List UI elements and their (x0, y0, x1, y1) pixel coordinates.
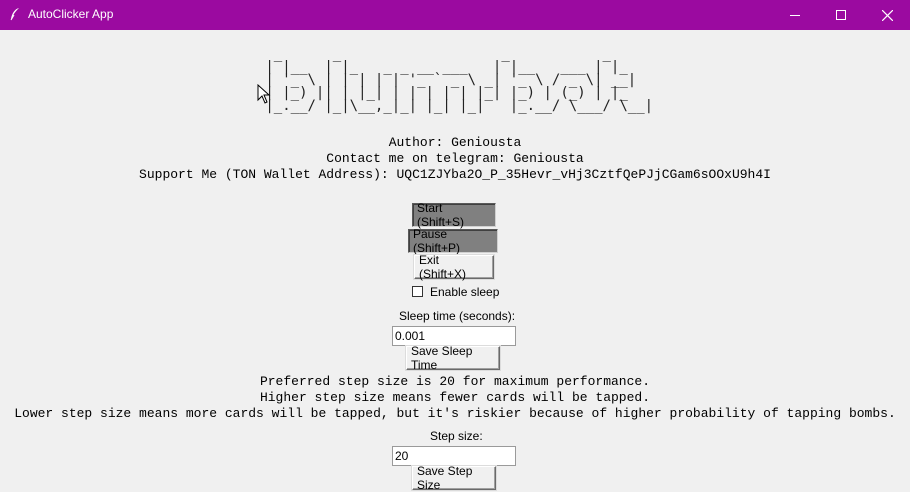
step-size-input[interactable]: 20 (392, 446, 516, 466)
minimize-icon (790, 15, 800, 16)
mouse-cursor-icon (257, 84, 271, 104)
contact-text: Contact me on telegram: Geniousta (326, 151, 584, 166)
close-button[interactable] (864, 0, 910, 30)
maximize-icon (836, 10, 846, 20)
support-text: Support Me (TON Wallet Address): UQC1ZJY… (139, 167, 771, 182)
step-note-preferred: Preferred step size is 20 for maximum pe… (259, 374, 651, 389)
pause-button[interactable]: Pause (Shift+P) (408, 227, 498, 255)
enable-sleep-label: Enable sleep (430, 285, 500, 299)
ascii-banner: _ _ _ _ | |__ | |_ _ _ __ ___ | |__ ___ … (0, 46, 910, 114)
step-note-higher: Higher step size means fewer cards will … (259, 390, 651, 405)
step-note-lower: Lower step size means more cards will be… (14, 406, 896, 421)
exit-button[interactable]: Exit (Shift+X) (414, 253, 494, 281)
app-window-body: _ _ _ _ | |__ | |_ _ _ __ ___ | |__ ___ … (0, 30, 910, 492)
window-title: AutoClicker App (28, 7, 114, 21)
save-step-size-button[interactable]: Save Step Size (412, 464, 496, 492)
maximize-button[interactable] (818, 0, 864, 30)
sleep-time-input[interactable]: 0.001 (392, 326, 516, 346)
sleep-time-label: Sleep time (seconds): (399, 309, 516, 323)
minimize-button[interactable] (772, 0, 818, 30)
close-icon (881, 9, 893, 21)
feather-icon (10, 8, 19, 21)
ascii-logo: _ _ _ _ | |__ | |_ _ _ __ ___ | |__ ___ … (265, 46, 654, 114)
save-sleep-time-button[interactable]: Save Sleep Time (406, 344, 500, 372)
author-text: Author: Geniousta (388, 135, 522, 150)
title-bar: AutoClicker App (0, 0, 910, 30)
enable-sleep-checkbox[interactable] (412, 286, 423, 297)
step-size-label: Step size: (430, 429, 483, 443)
start-button[interactable]: Start (Shift+S) (412, 201, 496, 229)
